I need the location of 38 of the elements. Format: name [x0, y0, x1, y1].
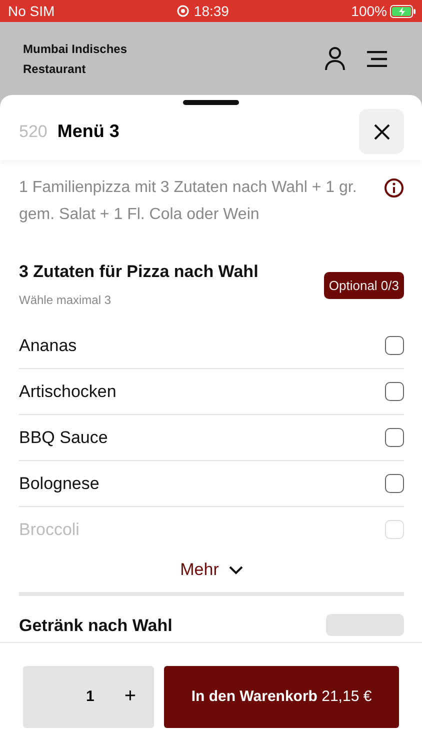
option-row[interactable]: Bolognese	[19, 461, 404, 507]
item-description: 1 Familienpizza mit 3 Zutaten nach Wahl + 1 gr. gem. Salat + 1 Fl. Cola oder Wein	[19, 178, 358, 225]
checkbox[interactable]	[385, 474, 404, 493]
close-button[interactable]	[359, 109, 404, 154]
location-icon	[176, 5, 189, 17]
info-icon[interactable]	[384, 178, 404, 198]
drag-handle[interactable]	[183, 100, 239, 105]
section-hint: Wähle maximal 3	[19, 293, 112, 307]
quantity-value: 1	[86, 688, 94, 705]
item-number: 520	[19, 122, 48, 142]
more-button[interactable]: Mehr	[176, 556, 247, 584]
battery-icon	[390, 4, 416, 18]
option-label: Ananas	[19, 336, 77, 356]
option-row[interactable]: Ananas	[19, 323, 404, 369]
checkbox[interactable]	[385, 382, 404, 401]
option-label: Bolognese	[19, 474, 100, 494]
section-title: Getränk nach Wahl	[19, 616, 172, 636]
option-label: BBQ Sauce	[19, 428, 108, 448]
status-badge: Optional 0/3	[324, 272, 404, 299]
close-icon	[374, 124, 390, 140]
option-label: Broccoli	[19, 520, 80, 540]
checkbox[interactable]	[385, 428, 404, 447]
chevron-down-icon	[228, 566, 243, 574]
restaurant-name: Mumbai Indisches Restaurant	[23, 40, 128, 78]
menu-icon[interactable]	[366, 50, 388, 66]
battery-text: 100%	[351, 3, 387, 19]
item-title: Menü 3	[57, 121, 120, 142]
option-label: Artischocken	[19, 382, 116, 402]
option-row[interactable]: Artischocken	[19, 369, 404, 415]
user-icon[interactable]	[324, 46, 346, 71]
option-row[interactable]: BBQ Sauce	[19, 415, 404, 461]
add-to-cart-button[interactable]: In den Warenkorb 21,15 €	[164, 666, 399, 728]
section-title: 3 Zutaten für Pizza nach Wahl	[19, 262, 258, 282]
quantity-stepper[interactable]: 1 +	[23, 666, 154, 728]
checkbox[interactable]	[385, 336, 404, 355]
clock-text: 18:39	[194, 3, 229, 19]
carrier-text: No SIM	[8, 3, 55, 19]
plus-button[interactable]: +	[124, 685, 136, 708]
